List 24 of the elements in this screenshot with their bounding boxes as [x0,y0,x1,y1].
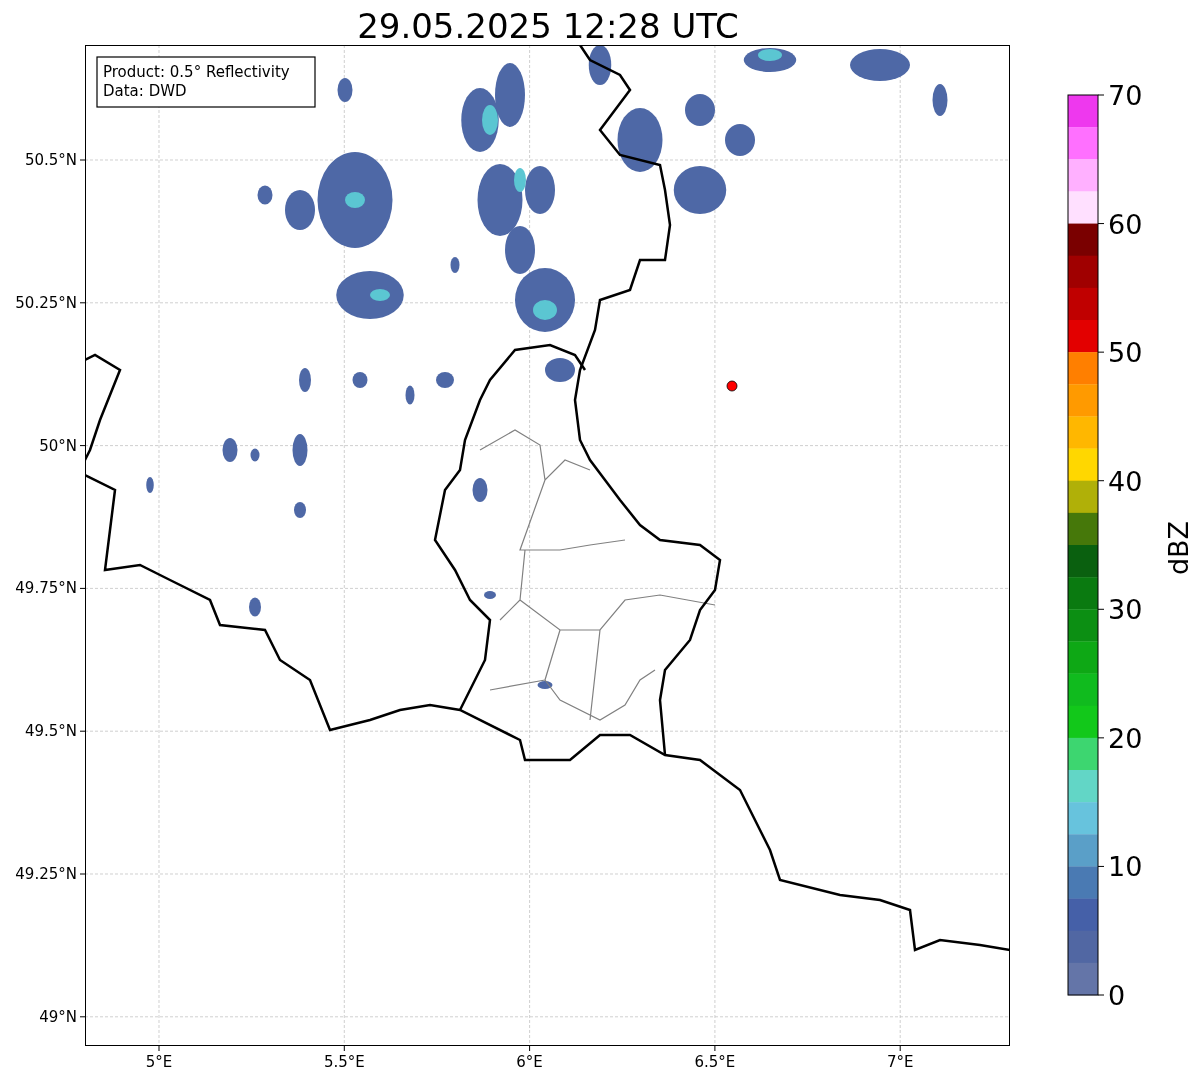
chart-title: 29.05.2025 12:28 UTC [357,6,739,46]
longitude-label: 6.5°E [694,1053,736,1071]
longitude-label: 7°E [886,1053,914,1071]
colorbar-tick-label: 70 [1108,80,1143,111]
longitude-label: 5.5°E [323,1053,365,1071]
colorbar-tick-label: 0 [1108,980,1126,1011]
legend-text: Product: 0.5° Reflectivity [103,63,290,81]
latitude-label: 50.25°N [15,293,77,312]
colorbar-tick-label: 10 [1108,851,1143,883]
latitude-label: 50°N [39,436,77,455]
colorbar-tick-label: 40 [1108,465,1143,497]
colorbar-tick-label: 20 [1108,722,1143,754]
colorbar-tick-label: 30 [1108,594,1143,626]
longitude-label: 5°E [145,1053,173,1071]
latitude-label: 49.5°N [24,722,77,741]
latitude-label: 49°N [39,1007,77,1026]
legend-text: Data: DWD [103,82,187,100]
latitude-label: 49.75°N [15,579,77,598]
colorbar-label: dBZ [1163,520,1194,576]
latitude-label: 50.5°N [24,151,77,169]
longitude-label: 6°E [516,1053,543,1071]
latitude-label: 49.25°N [15,865,77,883]
colorbar-tick-label: 60 [1108,208,1143,240]
colorbar-tick-label: 50 [1108,337,1143,369]
